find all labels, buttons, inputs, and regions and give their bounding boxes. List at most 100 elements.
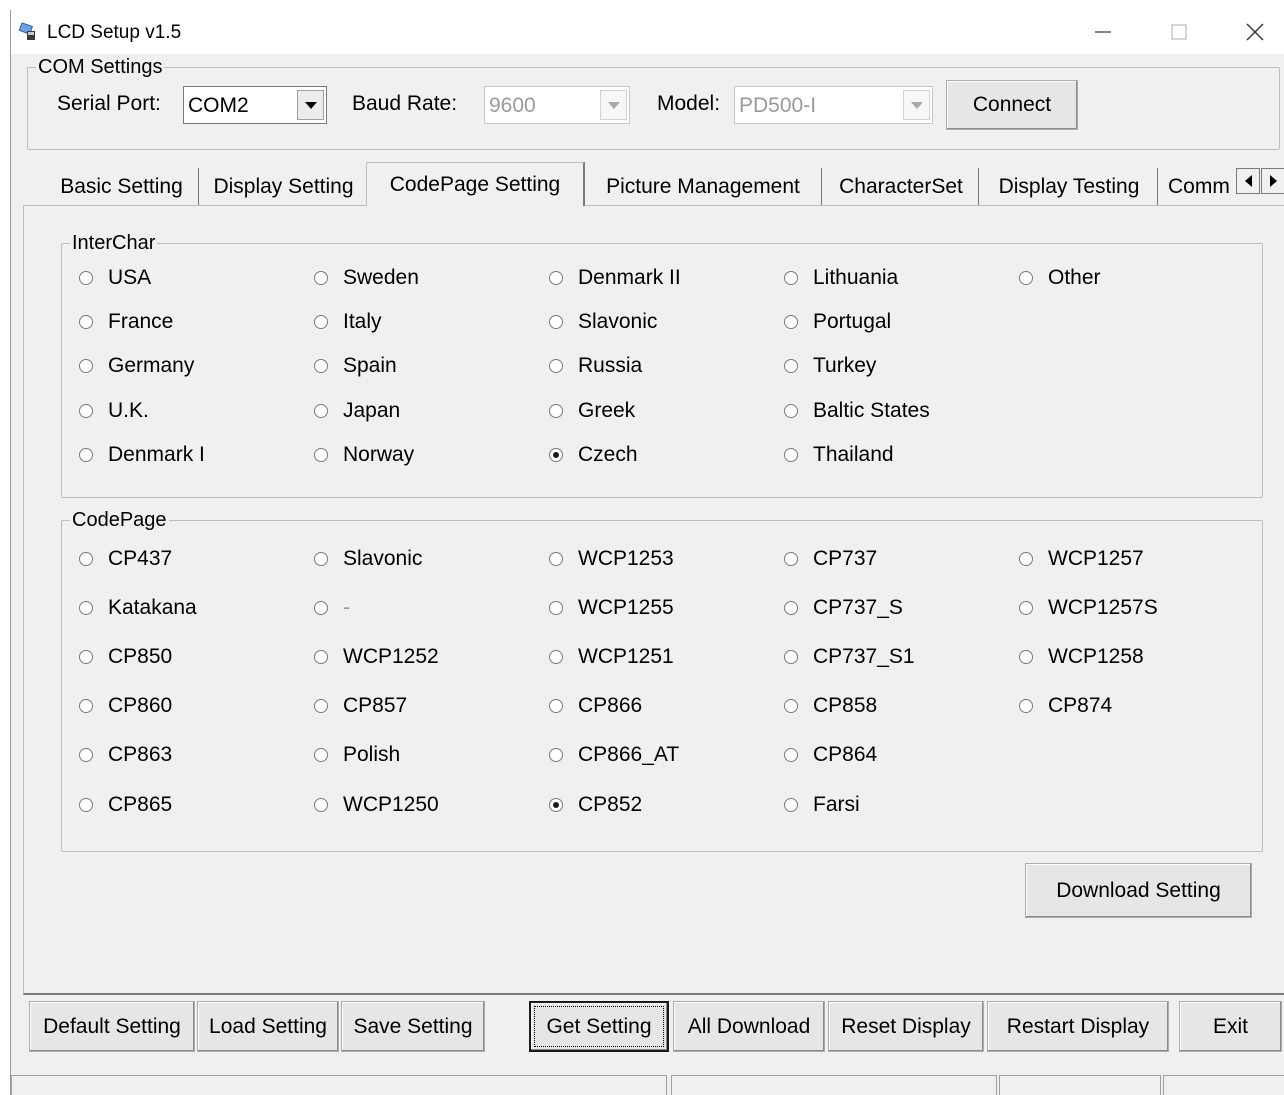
- reset-display-button[interactable]: Reset Display: [828, 1001, 984, 1052]
- radio-icon: [549, 699, 563, 713]
- interchar-radio-japan[interactable]: Japan: [314, 399, 400, 423]
- radio-selected-icon: [549, 798, 563, 812]
- tab-codepage-setting[interactable]: CodePage Setting: [366, 162, 585, 206]
- status-panel-3: [999, 1075, 1161, 1095]
- codepage-radio-cp858[interactable]: CP858: [784, 694, 877, 718]
- interchar-radio-spain[interactable]: Spain: [314, 354, 397, 378]
- window-title: LCD Setup v1.5: [47, 22, 182, 43]
- interchar-radio-slavonic[interactable]: Slavonic: [549, 310, 657, 334]
- codepage-radio-cp437[interactable]: CP437: [79, 547, 172, 571]
- chevron-down-icon: [607, 101, 620, 109]
- tab-characterset[interactable]: CharacterSet: [824, 168, 979, 206]
- radio-icon: [784, 448, 798, 462]
- radio-icon: [784, 552, 798, 566]
- codepage-radio-cp866[interactable]: CP866: [549, 694, 642, 718]
- restart-display-button[interactable]: Restart Display: [987, 1001, 1169, 1052]
- tab-basic-setting[interactable]: Basic Setting: [45, 168, 199, 206]
- radio-icon: [549, 404, 563, 418]
- interchar-radio-usa[interactable]: USA: [79, 266, 151, 290]
- codepage-radio-dash: -: [314, 596, 350, 620]
- baud-rate-dropdown-button: [600, 90, 627, 120]
- radio-icon: [549, 271, 563, 285]
- radio-icon: [79, 359, 93, 373]
- all-download-button[interactable]: All Download: [673, 1001, 825, 1052]
- tab-display-setting[interactable]: Display Setting: [201, 168, 367, 206]
- status-bar: [11, 1073, 1284, 1095]
- radio-icon: [314, 552, 328, 566]
- tab-comm[interactable]: Comm: [1160, 168, 1234, 206]
- codepage-radio-cp874[interactable]: CP874: [1019, 694, 1112, 718]
- interchar-radio-italy[interactable]: Italy: [314, 310, 382, 334]
- codepage-radio-wcp1255[interactable]: WCP1255: [549, 596, 674, 620]
- codepage-radio-wcp1257[interactable]: WCP1257: [1019, 547, 1144, 571]
- close-button[interactable]: [1227, 10, 1283, 54]
- interchar-radio-denmark-i[interactable]: Denmark I: [79, 443, 205, 467]
- codepage-radio-cp737[interactable]: CP737: [784, 547, 877, 571]
- tab-scroll-right-button[interactable]: [1261, 168, 1284, 194]
- codepage-radio-wcp1250[interactable]: WCP1250: [314, 793, 439, 817]
- serial-port-select[interactable]: COM2: [183, 86, 327, 124]
- arrow-right-icon: [1269, 175, 1277, 187]
- codepage-radio-cp866-at[interactable]: CP866_AT: [549, 743, 679, 767]
- radio-icon: [314, 699, 328, 713]
- codepage-radio-cp864[interactable]: CP864: [784, 743, 877, 767]
- maximize-button[interactable]: [1151, 10, 1207, 54]
- interchar-radio-denmark-ii[interactable]: Denmark II: [549, 266, 681, 290]
- interchar-radio-germany[interactable]: Germany: [79, 354, 194, 378]
- codepage-radio-wcp1251[interactable]: WCP1251: [549, 645, 674, 669]
- radio-icon: [1019, 601, 1033, 615]
- tab-display-testing[interactable]: Display Testing: [981, 168, 1158, 206]
- radio-icon: [79, 601, 93, 615]
- codepage-radio-wcp1252[interactable]: WCP1252: [314, 645, 439, 669]
- load-setting-button[interactable]: Load Setting: [197, 1001, 339, 1052]
- interchar-radio-russia[interactable]: Russia: [549, 354, 642, 378]
- codepage-radio-cp857[interactable]: CP857: [314, 694, 407, 718]
- exit-button[interactable]: Exit: [1179, 1001, 1282, 1052]
- model-dropdown-button: [903, 90, 930, 120]
- codepage-radio-farsi[interactable]: Farsi: [784, 793, 860, 817]
- title-bar[interactable]: LCD Setup v1.5: [11, 10, 1284, 54]
- radio-icon: [784, 601, 798, 615]
- radio-icon: [1019, 699, 1033, 713]
- interchar-radio-portugal[interactable]: Portugal: [784, 310, 891, 334]
- radio-icon: [1019, 552, 1033, 566]
- codepage-radio-wcp1258[interactable]: WCP1258: [1019, 645, 1144, 669]
- codepage-radio-cp860[interactable]: CP860: [79, 694, 172, 718]
- interchar-radio-other[interactable]: Other: [1019, 266, 1101, 290]
- interchar-radio-turkey[interactable]: Turkey: [784, 354, 876, 378]
- codepage-radio-wcp1253[interactable]: WCP1253: [549, 547, 674, 571]
- tab-scroll-left-button[interactable]: [1236, 168, 1260, 194]
- codepage-radio-slavonic[interactable]: Slavonic: [314, 547, 422, 571]
- codepage-radio-cp863[interactable]: CP863: [79, 743, 172, 767]
- interchar-radio-sweden[interactable]: Sweden: [314, 266, 419, 290]
- interchar-radio-greek[interactable]: Greek: [549, 399, 635, 423]
- serial-port-dropdown-button[interactable]: [297, 90, 324, 120]
- download-setting-button[interactable]: Download Setting: [1025, 863, 1252, 918]
- codepage-radio-cp737-s[interactable]: CP737_S: [784, 596, 903, 620]
- codepage-radio-cp852[interactable]: CP852: [549, 793, 642, 817]
- codepage-radio-cp865[interactable]: CP865: [79, 793, 172, 817]
- codepage-radio-wcp1257s[interactable]: WCP1257S: [1019, 596, 1158, 620]
- interchar-radio-uk[interactable]: U.K.: [79, 399, 149, 423]
- interchar-radio-czech[interactable]: Czech: [549, 443, 638, 467]
- radio-icon: [314, 601, 328, 615]
- get-setting-button[interactable]: Get Setting: [529, 1001, 669, 1052]
- radio-icon: [1019, 271, 1033, 285]
- interchar-radio-france[interactable]: France: [79, 310, 173, 334]
- connect-button[interactable]: Connect: [946, 80, 1078, 130]
- status-panel-1: [11, 1075, 667, 1095]
- radio-icon: [549, 748, 563, 762]
- minimize-button[interactable]: [1075, 10, 1131, 54]
- codepage-radio-polish[interactable]: Polish: [314, 743, 400, 767]
- tab-picture-management[interactable]: Picture Management: [585, 168, 822, 206]
- interchar-radio-lithuania[interactable]: Lithuania: [784, 266, 898, 290]
- tab-strip: Basic Setting Display Setting CodePage S…: [23, 162, 1284, 206]
- default-setting-button[interactable]: Default Setting: [29, 1001, 195, 1052]
- codepage-radio-cp737-s1[interactable]: CP737_S1: [784, 645, 915, 669]
- interchar-radio-baltic-states[interactable]: Baltic States: [784, 399, 930, 423]
- interchar-radio-norway[interactable]: Norway: [314, 443, 414, 467]
- codepage-radio-cp850[interactable]: CP850: [79, 645, 172, 669]
- interchar-radio-thailand[interactable]: Thailand: [784, 443, 894, 467]
- codepage-radio-katakana[interactable]: Katakana: [79, 596, 197, 620]
- save-setting-button[interactable]: Save Setting: [341, 1001, 485, 1052]
